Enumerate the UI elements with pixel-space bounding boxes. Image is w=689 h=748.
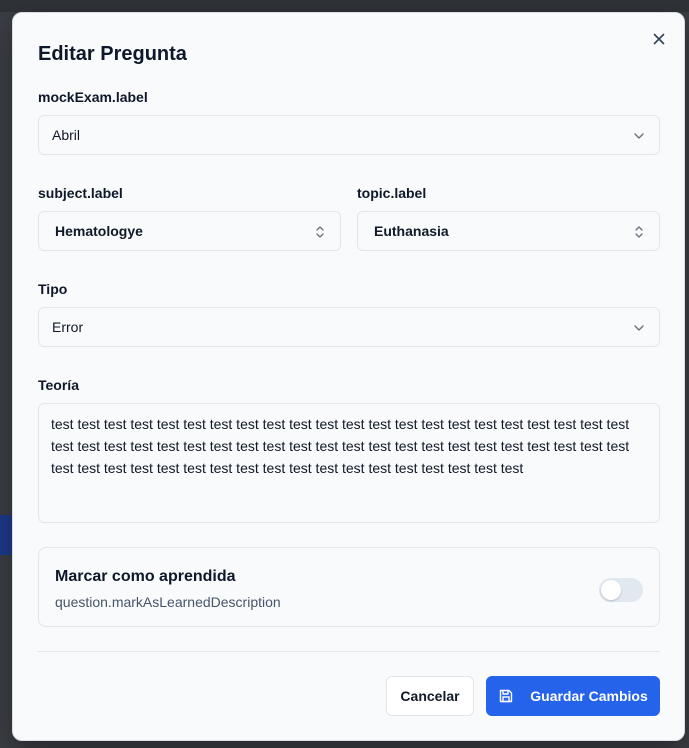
subject-label: subject.label bbox=[38, 185, 123, 201]
close-icon[interactable] bbox=[651, 31, 667, 47]
mark-as-learned-toggle[interactable] bbox=[599, 578, 643, 602]
topic-select[interactable]: Euthanasia bbox=[357, 211, 660, 251]
mark-as-learned-title: Marcar como aprendida bbox=[55, 568, 236, 585]
save-icon bbox=[498, 688, 514, 704]
chevron-down-icon bbox=[633, 129, 645, 141]
background-accent-strip bbox=[0, 515, 12, 555]
type-select[interactable]: Error bbox=[38, 307, 660, 347]
chevron-up-down-icon bbox=[633, 225, 645, 238]
mock-exam-select[interactable]: Abril bbox=[38, 115, 660, 155]
toggle-knob bbox=[601, 580, 621, 600]
topic-value: Euthanasia bbox=[374, 223, 449, 239]
dialog-title: Editar Pregunta bbox=[38, 43, 187, 65]
theory-label: Teoría bbox=[38, 377, 79, 393]
topic-label: topic.label bbox=[357, 185, 427, 201]
save-button-label: Guardar Cambios bbox=[530, 688, 648, 704]
background-header bbox=[0, 0, 689, 12]
type-value: Error bbox=[52, 319, 84, 335]
subject-select[interactable]: Hematologye bbox=[38, 211, 341, 251]
save-changes-button[interactable]: Guardar Cambios bbox=[486, 676, 660, 716]
chevron-up-down-icon bbox=[314, 225, 326, 238]
type-label: Tipo bbox=[38, 281, 68, 297]
edit-question-dialog: Editar Pregunta mockExam.label Abril sub… bbox=[12, 12, 685, 741]
mark-as-learned-card: Marcar como aprendida question.markAsLea… bbox=[38, 547, 660, 627]
cancel-button[interactable]: Cancelar bbox=[386, 676, 474, 716]
mark-as-learned-description: question.markAsLearnedDescription bbox=[55, 594, 281, 610]
cancel-button-label: Cancelar bbox=[400, 688, 460, 704]
footer-divider bbox=[38, 651, 660, 652]
subject-value: Hematologye bbox=[55, 223, 143, 239]
theory-textarea[interactable]: test test test test test test test test … bbox=[38, 403, 660, 523]
mock-exam-value: Abril bbox=[52, 127, 81, 143]
mock-exam-label: mockExam.label bbox=[38, 89, 148, 105]
chevron-down-icon bbox=[633, 321, 645, 333]
